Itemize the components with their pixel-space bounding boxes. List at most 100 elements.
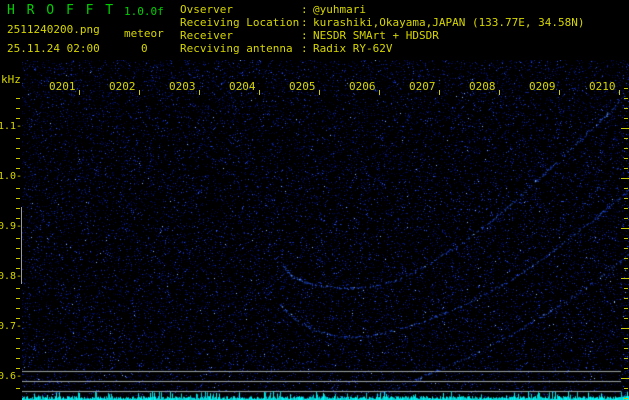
info-label: Receiving Location [180, 16, 300, 29]
freq-axis-tick-right [624, 108, 628, 109]
timestamp: 25.11.24 02:00 [7, 42, 100, 55]
info-value: kurashiki,Okayama,JAPAN (133.77E, 34.58N… [313, 16, 585, 29]
freq-axis-tick-long-right [621, 228, 629, 229]
freq-axis-tick-left [16, 98, 20, 99]
time-axis-label: 0201 [49, 80, 76, 93]
freq-axis-tick-left [16, 348, 20, 349]
freq-axis-tick-left [16, 198, 20, 199]
freq-axis-tick-left [16, 138, 20, 139]
freq-axis-tick-left [16, 368, 20, 369]
freq-axis-tick-right [624, 288, 628, 289]
time-axis-label: 0206 [349, 80, 376, 93]
freq-axis-tick-left [16, 168, 20, 169]
meteor-counter-value: 0 [141, 42, 148, 55]
info-colon: : [301, 29, 308, 42]
freq-axis-tick-left [16, 188, 20, 189]
freq-axis-tick-right [624, 218, 628, 219]
info-value: NESDR SMArt + HDSDR [313, 29, 439, 42]
freq-axis-tick-left [16, 208, 20, 209]
time-axis-tick [619, 90, 620, 95]
freq-axis-label: 1.0- [0, 171, 23, 182]
freq-axis-tick-right [624, 298, 628, 299]
time-axis-label: 0202 [109, 80, 136, 93]
freq-axis-tick-left [16, 238, 20, 239]
time-axis-label: 0205 [289, 80, 316, 93]
freq-axis-tick-right [624, 368, 628, 369]
freq-axis-label: 0.7- [0, 321, 23, 332]
freq-axis-tick-right [624, 158, 628, 159]
freq-axis-tick-right [624, 358, 628, 359]
freq-axis-tick-right [624, 88, 628, 89]
meteor-counter-label: meteor [124, 27, 164, 40]
freq-axis-tick-left [16, 158, 20, 159]
freq-axis-label: 0.6- [0, 371, 23, 382]
freq-axis-tick-left [16, 338, 20, 339]
time-axis-tick [79, 90, 80, 95]
station-info-row: Receiver: NESDR SMArt + HDSDR [180, 29, 585, 42]
freq-axis-tick-right [624, 188, 628, 189]
freq-axis-tick-left [16, 308, 20, 309]
freq-axis-tick-right [624, 268, 628, 269]
freq-axis-tick-long-right [621, 278, 629, 279]
freq-axis-unit: kHz [1, 73, 21, 86]
station-info-row: Recviving antenna: Radix RY-62V [180, 42, 585, 55]
info-value: Radix RY-62V [313, 42, 393, 55]
freq-axis-tick-left [16, 248, 20, 249]
station-info-row: Ovserver: @yuhmari [180, 3, 585, 16]
freq-axis-tick-left [16, 108, 20, 109]
info-colon: : [301, 3, 308, 16]
hrofft-window: H R O F F T 1.0.0f 2511240200.png meteor… [0, 0, 629, 400]
time-axis-tick [319, 90, 320, 95]
freq-axis-tick-left [16, 358, 20, 359]
spectrogram-canvas [22, 60, 629, 400]
freq-axis-tick-right [624, 148, 628, 149]
freq-axis-tick-right [624, 258, 628, 259]
app-version: 1.0.0f [124, 5, 164, 18]
freq-axis-tick-right [624, 168, 628, 169]
time-axis-tick [559, 90, 560, 95]
time-axis-tick [439, 90, 440, 95]
freq-axis-tick-left [16, 288, 20, 289]
freq-axis-label: 0.8- [0, 271, 23, 282]
info-label: Recviving antenna [180, 42, 293, 55]
freq-axis-tick-right [624, 208, 628, 209]
freq-axis-tick-left [16, 268, 20, 269]
freq-axis-label: 0.9- [0, 221, 23, 232]
output-filename: 2511240200.png [7, 23, 100, 36]
info-label: Receiver [180, 29, 233, 42]
info-colon: : [301, 16, 308, 29]
time-axis-label: 0204 [229, 80, 256, 93]
freq-axis-tick-right [624, 318, 628, 319]
freq-axis-tick-left [16, 118, 20, 119]
info-value: @yuhmari [313, 3, 366, 16]
freq-axis-tick-right [624, 118, 628, 119]
time-axis-tick [499, 90, 500, 95]
time-axis-tick [139, 90, 140, 95]
freq-axis-tick-left [16, 318, 20, 319]
freq-axis-tick-right [624, 338, 628, 339]
time-axis-tick [199, 90, 200, 95]
freq-axis-label: 1.1- [0, 121, 23, 132]
freq-axis-tick-right [624, 238, 628, 239]
freq-axis-tick-left [16, 148, 20, 149]
freq-axis-tick-left [16, 218, 20, 219]
freq-axis-tick-right [624, 98, 628, 99]
freq-axis-tick-left [16, 388, 20, 389]
left-gray-bar [21, 207, 22, 284]
time-axis-tick [379, 90, 380, 95]
time-axis-label: 0210 [589, 80, 616, 93]
freq-axis-tick-long-right [621, 178, 629, 179]
time-axis-label: 0209 [529, 80, 556, 93]
freq-axis-tick-right [624, 308, 628, 309]
station-info: Ovserver: @yuhmari Receiving Location: kura… [180, 3, 585, 55]
freq-axis-tick-right [624, 348, 628, 349]
freq-axis-tick-left [16, 298, 20, 299]
info-label: Ovserver [180, 3, 233, 16]
time-axis-label: 0208 [469, 80, 496, 93]
station-info-row: Receiving Location: kurashiki,Okayama,JAP… [180, 16, 585, 29]
freq-axis-tick-right [624, 138, 628, 139]
time-axis-tick [259, 90, 260, 95]
app-title: H R O F F T [7, 3, 116, 18]
freq-axis-tick-right [624, 388, 628, 389]
freq-axis-tick-left [16, 258, 20, 259]
